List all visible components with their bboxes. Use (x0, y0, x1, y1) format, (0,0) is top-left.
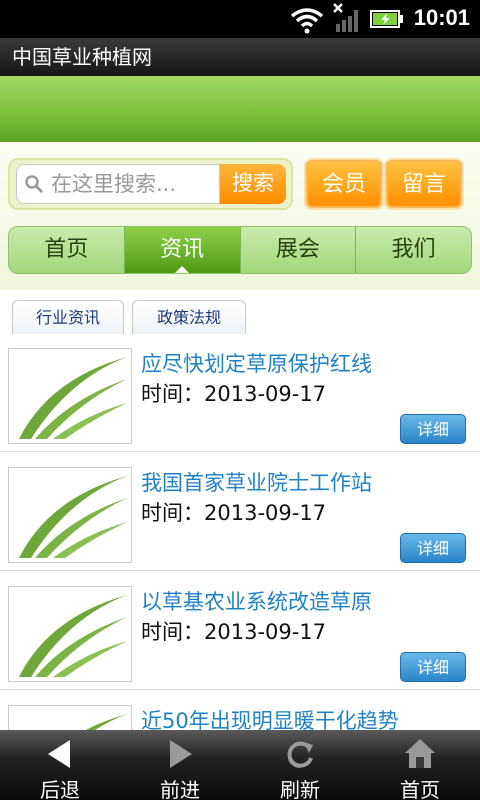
back-arrow-icon (48, 740, 70, 768)
search-icon (25, 175, 44, 194)
home-icon (405, 739, 435, 768)
thumbnail (8, 705, 132, 730)
main-nav: 首页 资讯 展会 我们 (8, 226, 472, 274)
clock: 10:01 (413, 5, 470, 30)
search-input[interactable]: 在这里搜索... (16, 164, 220, 204)
green-banner (0, 76, 480, 142)
search-button[interactable]: 搜索 (220, 164, 286, 204)
app-title: 中国草业种植网 (0, 38, 480, 76)
tab-home[interactable]: 首页 (9, 227, 125, 273)
active-caret-icon (175, 266, 190, 273)
signal-icon (333, 3, 358, 32)
subtab-policy[interactable]: 政策法规 (132, 300, 246, 334)
forward-arrow-icon (170, 740, 192, 768)
battery-charging-icon (370, 10, 403, 28)
tab-label: 首页 (44, 237, 89, 262)
list-item[interactable]: 近50年出现明显暖干化趋势 (0, 691, 480, 730)
back-button[interactable]: 后退 (0, 730, 120, 800)
news-time: 时间：2013-09-17 (141, 382, 327, 406)
detail-button[interactable]: 详细 (400, 652, 466, 682)
thumbnail (8, 348, 132, 444)
tab-label: 展会 (275, 237, 320, 262)
home-button[interactable]: 首页 (360, 730, 480, 800)
message-button[interactable]: 留言 (386, 160, 462, 208)
tab-label: 我们 (391, 237, 436, 262)
news-list: 应尽快划定草原保护红线 时间：2013-09-17 详细 我国首家草业院士工作站… (0, 334, 480, 730)
news-title[interactable]: 应尽快划定草原保护红线 (141, 348, 372, 378)
tab-about[interactable]: 我们 (356, 227, 471, 273)
news-title[interactable]: 以草基农业系统改造草原 (141, 586, 372, 616)
thumbnail (8, 467, 132, 563)
tab-label: 资讯 (160, 237, 205, 262)
list-item[interactable]: 我国首家草业院士工作站 时间：2013-09-17 详细 (0, 453, 480, 571)
forward-button[interactable]: 前进 (120, 730, 240, 800)
forward-label: 前进 (160, 778, 200, 800)
status-bar: 10:01 (0, 0, 480, 38)
refresh-button[interactable]: 刷新 (240, 730, 360, 800)
news-title[interactable]: 近50年出现明显暖干化趋势 (141, 705, 399, 730)
detail-button[interactable]: 详细 (400, 414, 466, 444)
member-button[interactable]: 会员 (306, 160, 382, 208)
list-item[interactable]: 应尽快划定草原保护红线 时间：2013-09-17 详细 (0, 334, 480, 452)
wifi-icon (290, 8, 324, 34)
grass-leaf-icon (19, 357, 127, 439)
refresh-icon (287, 741, 313, 768)
back-label: 后退 (40, 778, 80, 800)
subtab-industry-news[interactable]: 行业资讯 (12, 300, 124, 334)
grass-leaf-icon (19, 476, 127, 558)
grass-leaf-icon (19, 595, 127, 677)
thumbnail (8, 586, 132, 682)
news-time: 时间：2013-09-17 (141, 620, 327, 644)
list-item[interactable]: 以草基农业系统改造草原 时间：2013-09-17 详细 (0, 572, 480, 690)
home-label: 首页 (400, 778, 440, 800)
tab-news[interactable]: 资讯 (124, 227, 241, 273)
grass-leaf-icon (85, 714, 127, 730)
news-time: 时间：2013-09-17 (141, 501, 327, 525)
bottom-toolbar: 后退 前进 刷新 首页 (0, 730, 480, 800)
detail-button[interactable]: 详细 (400, 533, 466, 563)
refresh-label: 刷新 (280, 778, 320, 800)
news-title[interactable]: 我国首家草业院士工作站 (141, 467, 372, 497)
tab-expo[interactable]: 展会 (241, 227, 357, 273)
